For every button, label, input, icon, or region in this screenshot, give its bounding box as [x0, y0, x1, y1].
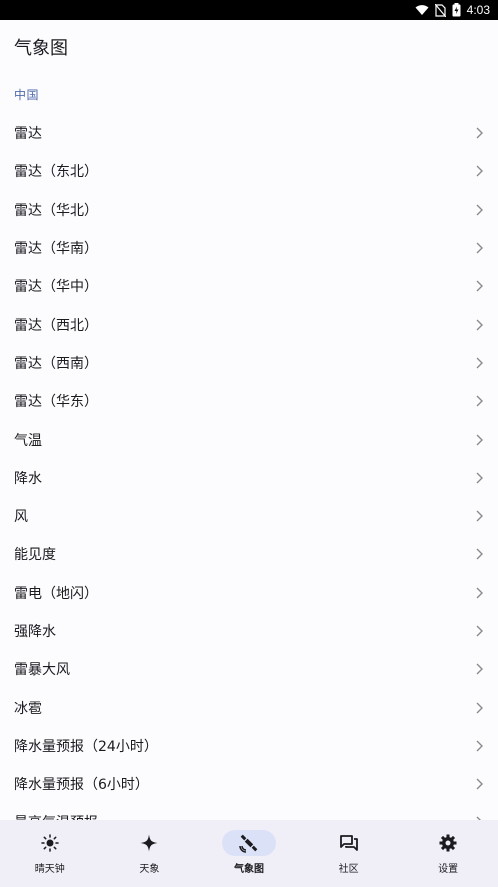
- list-item-label: 强降水: [14, 624, 56, 640]
- no-sim-icon: [434, 3, 446, 17]
- satellite-icon: [221, 830, 276, 856]
- list-item[interactable]: 雷达（华北）: [0, 191, 498, 229]
- list-item-label: 雷暴大风: [14, 662, 70, 679]
- nav-item-4[interactable]: 设置: [400, 820, 496, 875]
- nav-label: 社区: [338, 864, 359, 875]
- sun-icon: [23, 830, 77, 856]
- list-item-label: 最高气温预报: [14, 812, 98, 820]
- list-item[interactable]: 降水量预报（24小时）: [0, 727, 498, 765]
- sparkle-icon: [122, 830, 176, 856]
- list-item[interactable]: 雷暴大风: [0, 650, 498, 688]
- page-title: 气象图: [14, 38, 68, 59]
- nav-item-1[interactable]: 天象: [101, 820, 197, 875]
- bottom-navigation: 晴天钟 天象 气象图 社区 设置: [0, 820, 498, 887]
- chevron-right-icon: [476, 702, 483, 714]
- list-item-label: 降水量预报（24小时）: [14, 738, 158, 755]
- nav-label: 气象图: [233, 864, 264, 875]
- chevron-right-icon: [476, 242, 483, 254]
- list-item[interactable]: 雷达（华南）: [0, 229, 498, 267]
- map-list[interactable]: 中国 雷达雷达（东北） 雷达（华北） 雷达（华南） 雷达（华中） 雷达（西北） 雷达（西南…: [0, 74, 498, 820]
- list-item[interactable]: 雷达（华东）: [0, 382, 498, 420]
- list-item-label: 雷达（华东）: [14, 394, 98, 411]
- list-item-label: 雷达（西北）: [14, 317, 98, 334]
- list-item-label: 雷达（华北）: [14, 202, 98, 219]
- nav-item-0[interactable]: 晴天钟: [2, 820, 98, 875]
- chevron-right-icon: [476, 165, 483, 177]
- chevron-right-icon: [476, 127, 483, 139]
- forum-icon: [322, 830, 376, 856]
- list-item-label: 气温: [14, 432, 42, 449]
- chevron-right-icon: [476, 740, 483, 752]
- section-header-china: 中国: [14, 87, 40, 102]
- list-item-label: 雷电（地闪）: [14, 585, 98, 602]
- list-item-label: 雷达: [14, 126, 42, 143]
- gear-icon: [421, 830, 475, 856]
- list-item[interactable]: 冰雹: [0, 688, 498, 726]
- list-item[interactable]: 风: [0, 497, 498, 535]
- chevron-right-icon: [476, 778, 483, 790]
- chevron-right-icon: [476, 280, 483, 292]
- list-item[interactable]: 能见度: [0, 535, 498, 573]
- list-item[interactable]: 降水量预报（6小时）: [0, 765, 498, 803]
- list-item-label: 降水量预报（6小时）: [14, 777, 149, 794]
- chevron-right-icon: [476, 663, 483, 675]
- list-item[interactable]: 雷达（华中）: [0, 267, 498, 305]
- list-item-label: 能见度: [14, 547, 56, 564]
- list-item-label: 雷达（华南）: [14, 241, 98, 258]
- list-item-label: 风: [14, 509, 28, 526]
- list-item[interactable]: 最高气温预报: [0, 803, 498, 820]
- list-item[interactable]: 雷达（东北）: [0, 152, 498, 190]
- chevron-right-icon: [476, 510, 483, 522]
- chevron-right-icon: [476, 625, 483, 637]
- list-item-label: 雷达（东北）: [14, 164, 98, 181]
- nav-label: 晴天钟: [34, 864, 65, 875]
- list-item[interactable]: 雷电（地闪）: [0, 574, 498, 612]
- list-item[interactable]: 雷达（西北）: [0, 305, 498, 343]
- list-item[interactable]: 气温: [0, 420, 498, 458]
- chevron-right-icon: [476, 548, 483, 560]
- chevron-right-icon: [476, 395, 483, 407]
- status-bar: 4:03: [0, 0, 498, 20]
- list-item-label: 雷达（西南）: [14, 355, 98, 372]
- status-time: 4:03: [466, 3, 490, 17]
- nav-item-2[interactable]: 气象图: [201, 820, 297, 875]
- chevron-right-icon: [476, 434, 483, 446]
- nav-label: 设置: [438, 864, 459, 875]
- nav-item-3[interactable]: 社区: [301, 820, 397, 875]
- list-item[interactable]: 雷达（西南）: [0, 344, 498, 382]
- chevron-right-icon: [476, 204, 483, 216]
- app-bar: 气象图: [0, 20, 498, 74]
- chevron-right-icon: [476, 357, 483, 369]
- list-item[interactable]: 雷达: [0, 114, 498, 152]
- list-item-label: 雷达（华中）: [14, 279, 98, 296]
- list-item-label: 冰雹: [14, 700, 42, 717]
- nav-label: 天象: [139, 864, 160, 875]
- chevron-right-icon: [476, 587, 483, 599]
- wifi-icon: [415, 5, 429, 15]
- chevron-right-icon: [476, 319, 483, 331]
- battery-icon: [452, 3, 461, 17]
- chevron-right-icon: [476, 472, 483, 484]
- list-item[interactable]: 强降水: [0, 612, 498, 650]
- list-item[interactable]: 降水: [0, 459, 498, 497]
- list-item-label: 降水: [14, 470, 42, 487]
